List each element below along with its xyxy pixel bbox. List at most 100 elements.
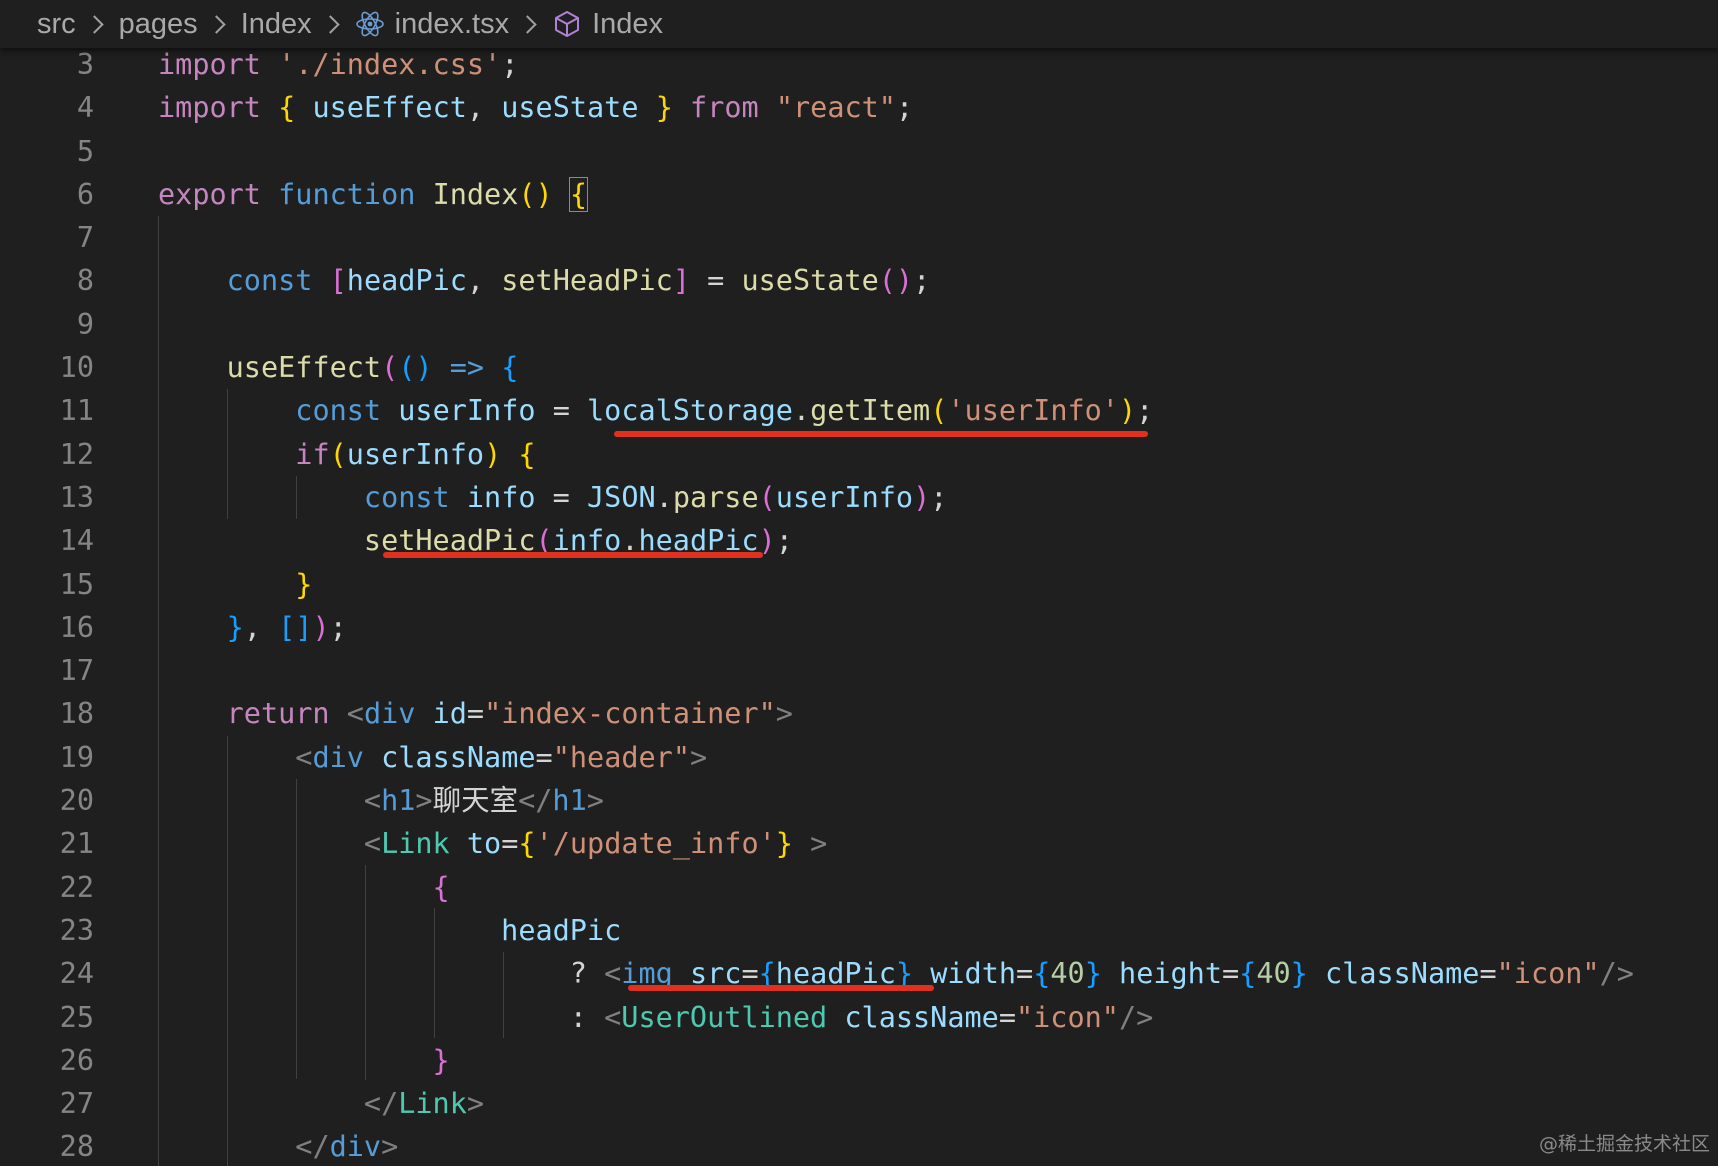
code-token: localStorage bbox=[587, 394, 793, 428]
code-line[interactable]: 26 } bbox=[0, 1039, 1718, 1082]
code-text: <Link to={'/update_info'} > bbox=[158, 822, 827, 865]
code-token: to bbox=[466, 827, 502, 861]
code-line[interactable]: 9 bbox=[0, 303, 1718, 346]
code-token: className bbox=[844, 1000, 999, 1034]
cube-symbol-icon bbox=[552, 9, 582, 39]
code-line[interactable]: 5 bbox=[0, 130, 1718, 173]
code-line[interactable]: 12 if(userInfo) { bbox=[0, 433, 1718, 476]
code-token: "icon" bbox=[1496, 957, 1600, 991]
code-token: => bbox=[449, 351, 485, 385]
line-number: 21 bbox=[59, 827, 94, 861]
breadcrumb: src pages Index index.tsx Index bbox=[0, 0, 1718, 48]
breadcrumb-item-index-folder[interactable]: Index bbox=[241, 8, 312, 41]
code-token: , bbox=[466, 264, 502, 298]
code-token: JSON bbox=[587, 480, 656, 514]
code-token: info bbox=[466, 480, 536, 514]
code-token: className bbox=[1325, 957, 1480, 991]
code-line[interactable]: 27 </Link> bbox=[0, 1082, 1718, 1125]
code-token: () bbox=[398, 351, 433, 385]
code-token: import bbox=[158, 91, 261, 125]
code-line[interactable]: 16 }, []); bbox=[0, 606, 1718, 649]
code-token: > bbox=[415, 784, 433, 818]
code-token: div bbox=[312, 740, 364, 774]
code-line[interactable]: 8 const [headPic, setHeadPic] = useState… bbox=[0, 259, 1718, 302]
code-lines: 3 import './index.css'; 4 import { useEffec… bbox=[0, 43, 1718, 1166]
code-text: import './index.css'; bbox=[158, 43, 518, 86]
code-line[interactable]: 3 import './index.css'; bbox=[0, 43, 1718, 86]
code-line[interactable]: 14 setHeadPic(info.headPic); bbox=[0, 519, 1718, 562]
code-token: () bbox=[518, 177, 553, 211]
code-line[interactable]: 4 import { useEffect, useState } from "re… bbox=[0, 86, 1718, 129]
line-number: 18 bbox=[59, 697, 94, 731]
code-line[interactable]: 19 <div className="header"> bbox=[0, 736, 1718, 779]
line-number: 15 bbox=[59, 567, 94, 601]
code-token: return bbox=[226, 697, 330, 731]
code-line[interactable]: 25 : <UserOutlined className="icon"/> bbox=[0, 996, 1718, 1039]
breadcrumb-item-src[interactable]: src bbox=[37, 8, 76, 41]
code-line[interactable]: 21 <Link to={'/update_info'} > bbox=[0, 822, 1718, 865]
code-token: > bbox=[466, 1087, 485, 1121]
code-line[interactable]: 28 </div> bbox=[0, 1125, 1718, 1166]
code-text: } bbox=[158, 563, 312, 606]
code-token: = bbox=[501, 827, 519, 861]
code-token: </ bbox=[518, 784, 553, 818]
code-token: h1 bbox=[381, 784, 416, 818]
code-token: userInfo bbox=[346, 437, 485, 471]
code-line[interactable]: 13 const info = JSON.parse(userInfo); bbox=[0, 476, 1718, 519]
code-token: < bbox=[363, 784, 382, 818]
react-icon bbox=[355, 9, 385, 39]
code-line[interactable]: 23 headPic bbox=[0, 909, 1718, 952]
code-token: { bbox=[568, 176, 589, 212]
code-line[interactable]: 20 <h1>聊天室</h1> bbox=[0, 779, 1718, 822]
breadcrumb-item-file[interactable]: index.tsx bbox=[395, 8, 509, 41]
code-token: () bbox=[878, 264, 914, 298]
code-area[interactable]: 3 import './index.css'; 4 import { useEffec… bbox=[0, 43, 1718, 1166]
code-line[interactable]: 10 useEffect(() => { bbox=[0, 346, 1718, 389]
code-line[interactable]: 11 const userInfo = localStorage.getItem… bbox=[0, 389, 1718, 432]
code-token: , bbox=[243, 610, 279, 644]
code-token: < bbox=[346, 697, 364, 731]
code-line[interactable]: 18 return <div id="index-container"> bbox=[0, 692, 1718, 735]
code-token: 聊天室 bbox=[432, 784, 519, 818]
code-token: userInfo bbox=[775, 480, 914, 514]
line-number: 16 bbox=[59, 610, 94, 644]
code-token: } bbox=[775, 827, 793, 861]
code-line[interactable]: 15 } bbox=[0, 563, 1718, 606]
code-token: } bbox=[295, 567, 313, 601]
code-token: parse bbox=[672, 480, 759, 514]
line-number: 7 bbox=[76, 221, 94, 255]
code-token: './index.css' bbox=[278, 48, 502, 81]
code-line[interactable]: 17 bbox=[0, 649, 1718, 692]
code-token: } bbox=[1290, 957, 1308, 991]
breadcrumb-item-pages[interactable]: pages bbox=[119, 8, 198, 41]
breadcrumb-item-symbol[interactable]: Index bbox=[592, 8, 663, 41]
code-text: export function Index() { bbox=[158, 173, 589, 216]
line-number: 10 bbox=[59, 351, 94, 385]
code-token: { bbox=[278, 91, 296, 125]
code-line[interactable]: 22 { bbox=[0, 866, 1718, 909]
code-token: useEffect bbox=[312, 91, 467, 125]
code-line[interactable]: 6 export function Index() { bbox=[0, 173, 1718, 216]
code-text: { bbox=[158, 866, 450, 909]
code-text: </div> bbox=[158, 1125, 398, 1166]
code-line[interactable]: 7 bbox=[0, 216, 1718, 259]
code-token: height bbox=[1119, 957, 1222, 991]
